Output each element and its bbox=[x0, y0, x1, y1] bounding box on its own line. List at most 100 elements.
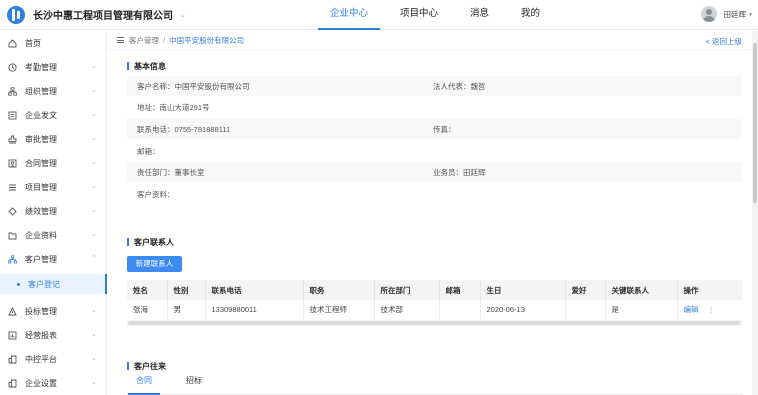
table-cell: 张海 bbox=[127, 300, 168, 321]
user-name[interactable]: 田廷辉 bbox=[723, 9, 746, 20]
dealings-tabs: 合同 招标 bbox=[127, 376, 742, 395]
performance-icon bbox=[8, 206, 17, 216]
sidebar-item-documents[interactable]: 企业发文 ⌄ bbox=[0, 105, 107, 125]
clock-icon bbox=[8, 62, 17, 72]
table-horizontal-scrollbar[interactable] bbox=[127, 320, 742, 326]
sidebar-item-contracts[interactable]: 合同管理 ⌄ bbox=[0, 153, 107, 173]
folder-icon bbox=[8, 231, 17, 240]
table-cell: 2020-06-13 bbox=[480, 300, 566, 321]
org-icon bbox=[8, 86, 17, 96]
sidebar-item-approval[interactable]: 审批管理 ⌄ bbox=[0, 129, 107, 149]
nav-project-center[interactable]: 项目中心 bbox=[400, 0, 438, 30]
breadcrumb-current: 中国平安股份有限公司 bbox=[169, 35, 245, 45]
sidebar: 首页 考勤管理 ⌄ 组织管理 ⌄ 企业发文 ⌄ 审批管理 ⌄ 合同管理 ⌄ 项目… bbox=[0, 31, 107, 395]
settings-icon bbox=[8, 379, 17, 388]
avatar[interactable] bbox=[701, 6, 718, 22]
more-icon[interactable]: ⋮ bbox=[708, 305, 716, 314]
tab-bidding[interactable]: 招标 bbox=[186, 376, 202, 394]
column-header: 性别 bbox=[167, 280, 206, 300]
customer-email: 邮箱： bbox=[137, 146, 160, 156]
customer-icon bbox=[8, 254, 17, 264]
column-header: 爱好 bbox=[565, 280, 606, 300]
sidebar-item-label: 审批管理 bbox=[25, 134, 57, 144]
nav-enterprise-center[interactable]: 企业中心 bbox=[317, 0, 381, 30]
chevron-up-icon: ⌃ bbox=[91, 255, 97, 262]
page-vertical-scrollbar[interactable] bbox=[752, 31, 758, 395]
edit-link[interactable]: 编辑 bbox=[684, 305, 699, 314]
info-row: 邮箱： bbox=[127, 141, 742, 161]
info-row: 联系电话：0755-781888111 传真： bbox=[127, 119, 742, 139]
nav-mine[interactable]: 我的 bbox=[521, 0, 540, 30]
company-logo-icon bbox=[7, 5, 25, 24]
chevron-down-icon[interactable]: ▾ bbox=[749, 11, 752, 18]
sidebar-item-label: 首页 bbox=[25, 38, 41, 48]
table-cell bbox=[439, 300, 481, 321]
customer-address: 地址：南山大道291号 bbox=[137, 102, 210, 112]
sidebar-item-control-platform[interactable]: 中控平台 ⌄ bbox=[0, 349, 107, 369]
sidebar-item-label: 企业设置 bbox=[25, 378, 57, 388]
salesman: 业务员：田廷辉 bbox=[433, 167, 486, 177]
chevron-down-icon: ⌄ bbox=[91, 63, 97, 70]
table-cell: 13309880011 bbox=[205, 300, 304, 321]
sidebar-item-home[interactable]: 首页 bbox=[0, 33, 107, 53]
chevron-down-icon: ⌄ bbox=[91, 87, 97, 94]
column-header: 关键联系人 bbox=[605, 280, 678, 300]
report-icon bbox=[8, 331, 17, 340]
top-nav: 企业中心 项目中心 消息 我的 bbox=[317, 0, 572, 30]
sidebar-item-label: 企业资料 bbox=[25, 230, 57, 240]
sidebar-item-settings[interactable]: 企业设置 ⌄ bbox=[0, 373, 107, 393]
chevron-down-icon[interactable]: ⌄ bbox=[180, 11, 186, 19]
chevron-down-icon: ⌄ bbox=[91, 207, 97, 214]
sidebar-item-projects[interactable]: 项目管理 ⌄ bbox=[0, 177, 107, 197]
stamp-icon bbox=[8, 135, 17, 144]
breadcrumb-separator: / bbox=[163, 35, 166, 45]
actions-cell: 编辑 ⋮ bbox=[677, 300, 742, 321]
sidebar-item-label: 中控平台 bbox=[25, 354, 57, 364]
company-name[interactable]: 长沙中惠工程项目管理有限公司 bbox=[33, 7, 173, 22]
chevron-down-icon: ⌄ bbox=[91, 307, 97, 314]
sidebar-item-customer-registration[interactable]: 客户登记 bbox=[0, 274, 107, 294]
column-header: 联系电话 bbox=[205, 280, 304, 300]
chevron-down-icon: ⌄ bbox=[91, 379, 97, 386]
sidebar-item-organization[interactable]: 组织管理 ⌄ bbox=[0, 81, 107, 101]
sidebar-item-customers[interactable]: 客户管理 ⌃ bbox=[0, 249, 107, 269]
chevron-down-icon: ⌄ bbox=[91, 355, 97, 362]
sidebar-item-attendance[interactable]: 考勤管理 ⌄ bbox=[0, 57, 107, 77]
platform-icon bbox=[8, 355, 17, 364]
chevron-down-icon: ⌄ bbox=[91, 231, 97, 238]
contacts-table: 姓名 性别 联系电话 职务 所在部门 邮箱 生日 爱好 关键联系人 操作 张海 … bbox=[127, 280, 742, 321]
new-contact-button[interactable]: 新建联系人 bbox=[127, 256, 182, 272]
user-menu[interactable]: 田廷辉 ▾ bbox=[701, 6, 752, 22]
bid-icon bbox=[8, 306, 17, 316]
table-cell: 是 bbox=[605, 300, 678, 321]
sidebar-item-label: 经营报表 bbox=[25, 330, 57, 340]
sidebar-item-label: 组织管理 bbox=[25, 86, 57, 96]
column-header: 操作 bbox=[677, 280, 742, 300]
info-row: 客户名称：中国平安股份有限公司 法人代表：魏哲 bbox=[127, 76, 742, 96]
chevron-down-icon: ⌄ bbox=[91, 111, 97, 118]
sidebar-item-label: 客户管理 bbox=[25, 254, 57, 264]
home-icon bbox=[8, 38, 17, 48]
basic-info-title: 基本信息 bbox=[127, 61, 166, 72]
tab-contract[interactable]: 合同 bbox=[128, 376, 160, 395]
sidebar-item-reports[interactable]: 经营报表 ⌄ bbox=[0, 325, 107, 345]
table-cell bbox=[565, 300, 606, 321]
menu-icon[interactable] bbox=[117, 37, 124, 43]
nav-messages[interactable]: 消息 bbox=[470, 0, 489, 30]
sidebar-item-label: 合同管理 bbox=[25, 158, 57, 168]
customer-fax: 传真： bbox=[433, 124, 456, 134]
list-icon bbox=[8, 183, 17, 192]
info-row: 地址：南山大道291号 bbox=[127, 97, 742, 117]
responsible-department: 责任部门：董事长室 bbox=[137, 167, 205, 177]
sidebar-item-bidding[interactable]: 投标管理 ⌄ bbox=[0, 301, 107, 321]
customer-phone: 联系电话：0755-781888111 bbox=[137, 124, 231, 134]
breadcrumb-parent[interactable]: 客户管理 bbox=[129, 35, 159, 46]
customer-name: 客户名称：中国平安股份有限公司 bbox=[137, 81, 250, 91]
info-row: 责任部门：董事长室 业务员：田廷辉 bbox=[127, 162, 742, 182]
top-bar: 长沙中惠工程项目管理有限公司 ⌄ 企业中心 项目中心 消息 我的 田廷辉 ▾ bbox=[0, 0, 758, 30]
sidebar-item-materials[interactable]: 企业资料 ⌄ bbox=[0, 225, 107, 245]
table-cell: 技术工程师 bbox=[303, 300, 375, 321]
sidebar-item-label: 考勤管理 bbox=[25, 62, 57, 72]
sidebar-item-performance[interactable]: 绩效管理 ⌄ bbox=[0, 201, 107, 221]
back-link[interactable]: < 返回上级 bbox=[706, 36, 742, 47]
